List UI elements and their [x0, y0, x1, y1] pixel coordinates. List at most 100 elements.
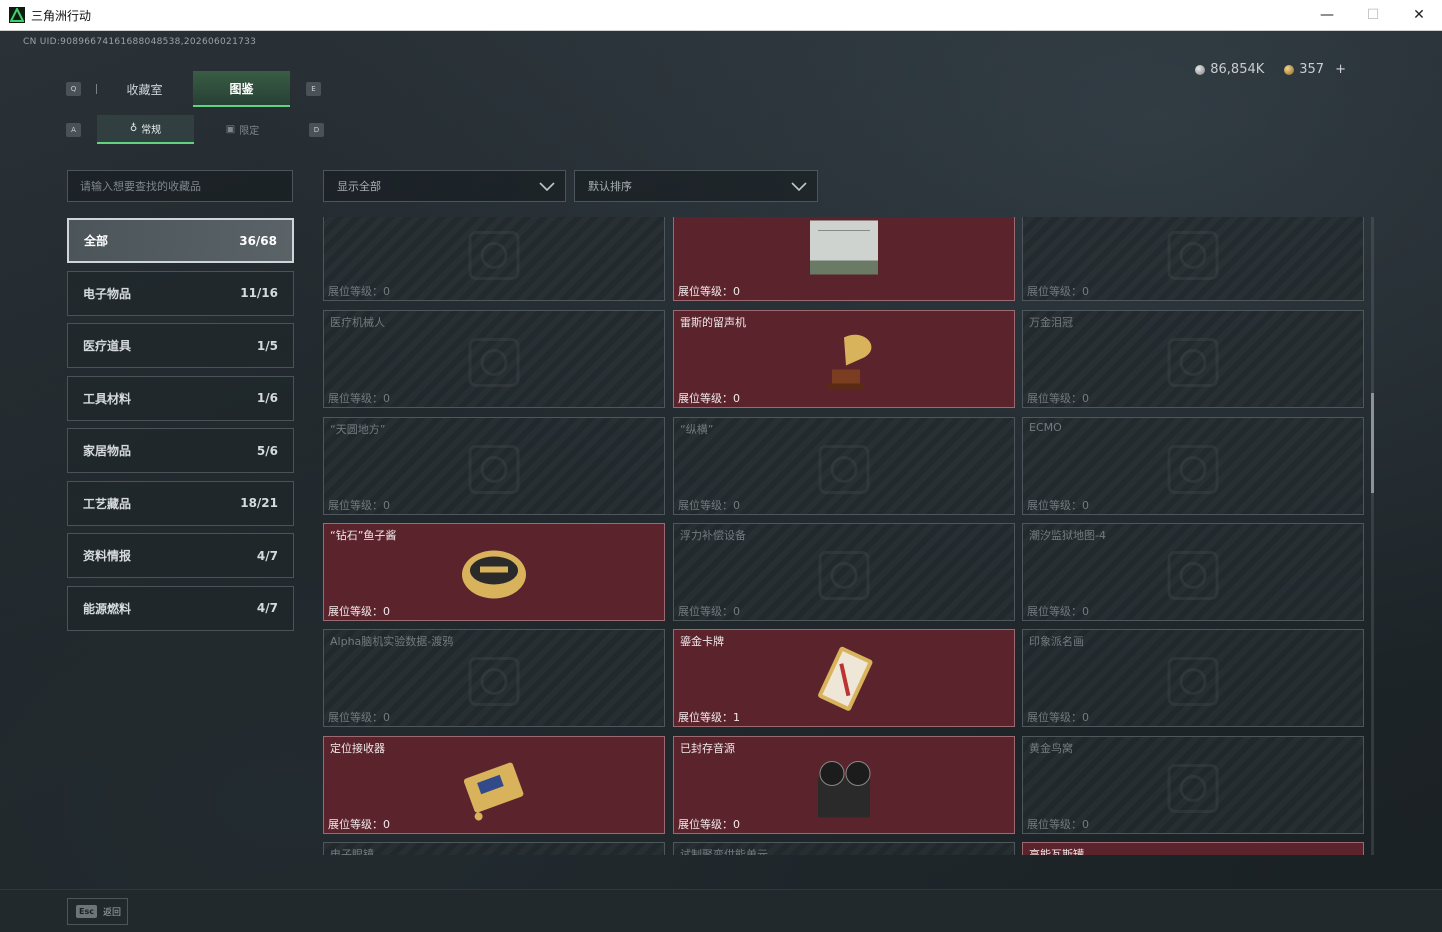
uid-label: CN UID:9089667416168804853​8,20260602173…: [23, 37, 257, 47]
card-level: 展位等级：0: [1027, 603, 1089, 619]
card-level: 展位等级：0: [328, 816, 390, 832]
collection-card[interactable]: “钻石”鱼子酱 展位等级：0: [323, 523, 665, 621]
card-name: 潮汐监狱地图-4: [1029, 529, 1106, 542]
level-value: 0: [1082, 499, 1089, 512]
tab-collection-room[interactable]: 收藏室: [96, 71, 193, 107]
collection-card[interactable]: Alpha脑机实验数据-渡鸦 展位等级：0: [323, 629, 665, 727]
gold-currency: 357 +: [1284, 62, 1346, 77]
sort-dropdown[interactable]: 默认排序: [574, 170, 818, 202]
filter-dropdown[interactable]: 显示全部: [323, 170, 566, 202]
level-prefix: 展位等级：: [678, 711, 733, 724]
card-name: 已封存音源: [680, 742, 735, 755]
category-count: 11/16: [240, 286, 278, 300]
level-value: 0: [383, 285, 390, 298]
card-name: 试制聚变供能单元: [680, 848, 768, 855]
card-level: 展位等级：0: [678, 390, 740, 406]
level-value: 0: [383, 392, 390, 405]
collection-card[interactable]: 展位等级：0: [673, 217, 1015, 301]
close-button[interactable]: ✕: [1396, 0, 1442, 30]
main-tabs: 收藏室 图鉴: [96, 71, 291, 107]
card-level: 展位等级：0: [678, 497, 740, 513]
tab-limited[interactable]: ▣ 限定: [194, 115, 291, 144]
level-value: 0: [733, 285, 740, 298]
card-name: 电子眼镜: [330, 848, 374, 855]
footer-bar: Esc 返回: [0, 889, 1442, 932]
collection-card[interactable]: “纵横” 展位等级：0: [673, 417, 1015, 515]
collection-card[interactable]: “天圆地方” 展位等级：0: [323, 417, 665, 515]
search-input[interactable]: 请输入想要查找的收藏品: [67, 170, 293, 202]
card-name: 万金泪冠: [1029, 316, 1073, 329]
category-item[interactable]: 全部 36/68: [67, 218, 294, 263]
maximize-button[interactable]: ☐: [1350, 0, 1396, 30]
collection-card[interactable]: 高能瓦斯罐: [1022, 842, 1364, 855]
collection-card[interactable]: 潮汐监狱地图-4 展位等级：0: [1022, 523, 1364, 621]
card-level: 展位等级：0: [1027, 390, 1089, 406]
back-button[interactable]: Esc 返回: [67, 898, 128, 925]
category-item[interactable]: 电子物品 11/16: [67, 270, 294, 316]
collection-card[interactable]: 试制聚变供能单元: [673, 842, 1015, 855]
category-label: 资料情报: [83, 549, 132, 563]
level-value: 0: [733, 605, 740, 618]
level-prefix: 展位等级：: [328, 818, 383, 831]
level-prefix: 展位等级：: [1027, 285, 1082, 298]
tab-normal[interactable]: ♁ 常规: [97, 115, 194, 144]
card-level: 展位等级：0: [328, 497, 390, 513]
collection-card[interactable]: 浮力补偿设备 展位等级：0: [673, 523, 1015, 621]
game-area: CN UID:9089667416168804853​8,20260602173…: [0, 31, 1442, 889]
key-hint-a: A: [66, 123, 81, 137]
level-value: 0: [383, 711, 390, 724]
tab-codex[interactable]: 图鉴: [193, 71, 290, 107]
card-level: 展位等级：0: [328, 283, 390, 299]
category-item[interactable]: 家居物品 5/6: [67, 428, 294, 473]
collection-card[interactable]: 展位等级：0: [1022, 217, 1364, 301]
collection-card[interactable]: 黄金鸟窝 展位等级：0: [1022, 736, 1364, 834]
reel-recorder-icon: [818, 761, 871, 818]
add-currency-button[interactable]: +: [1335, 62, 1346, 77]
collection-card[interactable]: 印象派名画 展位等级：0: [1022, 629, 1364, 727]
minimize-button[interactable]: —: [1304, 0, 1350, 30]
category-count: 36/68: [239, 233, 277, 248]
level-value: 1: [733, 711, 740, 724]
sort-dropdown-value: 默认排序: [588, 180, 632, 193]
collection-card[interactable]: 雷斯的留声机 展位等级：0: [673, 310, 1015, 408]
collection-card[interactable]: 万金泪冠展位等级：0: [1022, 310, 1364, 408]
collection-card[interactable]: 已封存音源 展位等级：0: [673, 736, 1015, 834]
collection-card[interactable]: 展位等级：0: [323, 217, 665, 301]
grid-scrollbar-thumb[interactable]: [1371, 393, 1374, 493]
card-level: 展位等级：0: [328, 603, 390, 619]
category-list: 全部 36/68 电子物品 11/16 医疗道具 1/5 工具材料 1/6 家居物品 5/6 工艺藏…: [67, 218, 294, 638]
category-item[interactable]: 工艺藏品 18/21: [67, 480, 294, 526]
map-icon: [1167, 551, 1219, 600]
level-prefix: 展位等级：: [678, 285, 733, 298]
collection-card[interactable]: 定位接收器 展位等级：0: [323, 736, 665, 834]
level-prefix: 展位等级：: [678, 499, 733, 512]
card-level: 展位等级：0: [1027, 283, 1089, 299]
category-item[interactable]: 能源燃料 4/7: [67, 585, 294, 631]
level-prefix: 展位等级：: [1027, 711, 1082, 724]
key-hint-e: E: [306, 82, 321, 96]
robot-arm-icon: [468, 231, 520, 280]
level-prefix: 展位等级：: [328, 711, 383, 724]
category-item[interactable]: 工具材料 1/6: [67, 375, 294, 421]
level-prefix: 展位等级：: [678, 818, 733, 831]
collection-card[interactable]: ECMO 展位等级：0: [1022, 417, 1364, 515]
category-label: 电子物品: [83, 286, 132, 301]
window-title: 三角洲行动: [31, 8, 92, 23]
silver-coin-icon: [1195, 64, 1206, 75]
golden-nest-icon: [1167, 764, 1219, 813]
grid-scrollbar[interactable]: [1371, 217, 1374, 855]
level-value: 0: [1082, 285, 1089, 298]
card-level: 展位等级：0: [1027, 816, 1089, 832]
category-item[interactable]: 资料情报 4/7: [67, 533, 294, 578]
collection-card[interactable]: 电子眼镜: [323, 842, 665, 855]
medical-robot-icon: [468, 338, 520, 387]
chevron-down-icon: [791, 182, 807, 192]
card-name: 雷斯的留声机: [680, 316, 746, 329]
collection-card[interactable]: 鎏金卡牌 展位等级：1: [673, 629, 1015, 727]
collection-card[interactable]: 医疗机械人 展位等级：0: [323, 310, 665, 408]
card-name: ECMO: [1029, 421, 1062, 434]
building-model-icon: [1167, 231, 1219, 280]
level-prefix: 展位等级：: [1027, 392, 1082, 405]
level-prefix: 展位等级：: [1027, 499, 1082, 512]
category-item[interactable]: 医疗道具 1/5: [67, 323, 294, 368]
